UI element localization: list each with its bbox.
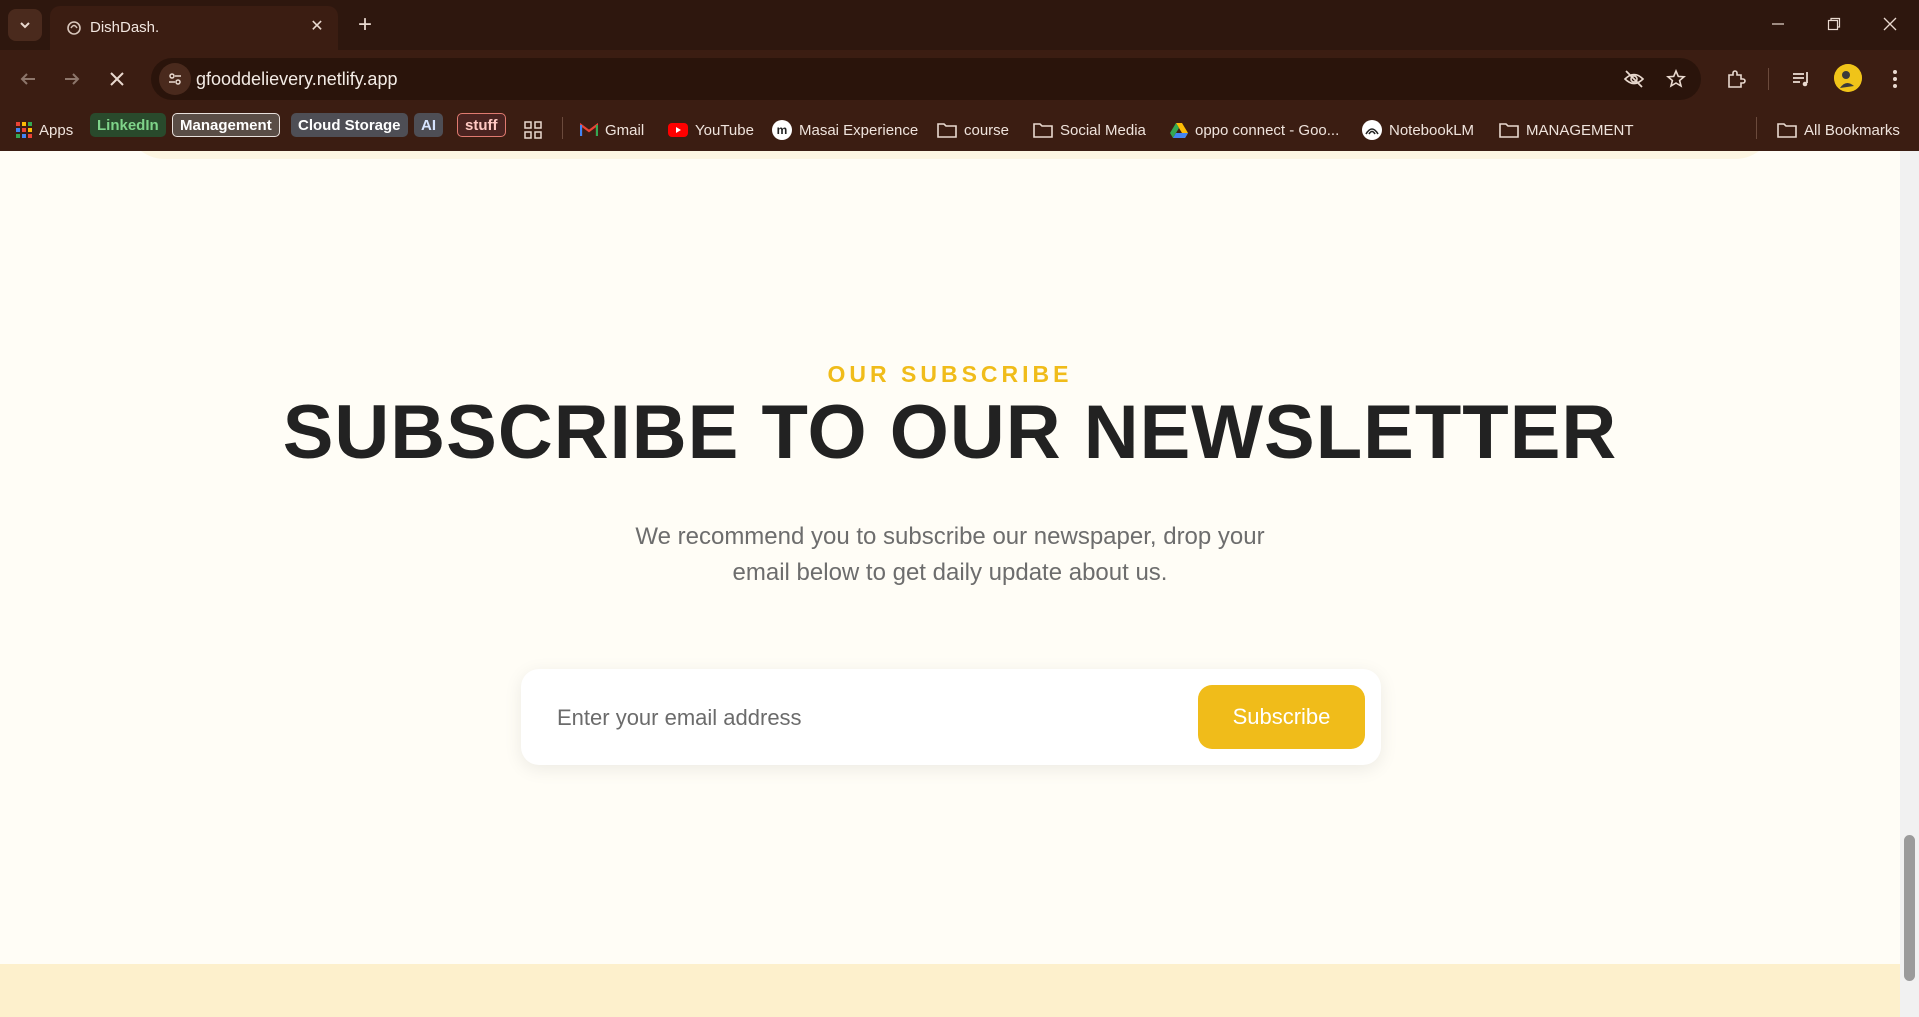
tab-close-icon[interactable]: ✕: [306, 15, 328, 37]
bookmark-group-stuff[interactable]: stuff: [457, 113, 506, 137]
profile-avatar[interactable]: [1834, 64, 1862, 92]
eye-off-icon: [1623, 70, 1645, 88]
new-tab-button[interactable]: +: [352, 11, 378, 38]
star-icon: [1666, 69, 1686, 88]
bookmark-group-linkedin[interactable]: LinkedIn: [90, 113, 166, 137]
page-scrollbar[interactable]: [1900, 151, 1919, 1017]
bookmark-star-button[interactable]: [1664, 67, 1688, 91]
url-text[interactable]: gfooddelievery.netlify.app: [196, 69, 397, 90]
tracking-protection-button[interactable]: [1622, 67, 1646, 91]
grid-icon: [524, 121, 542, 139]
site-favicon-icon: [67, 21, 81, 35]
folder-icon: [937, 122, 957, 138]
bookmark-group-cloud-storage[interactable]: Cloud Storage: [291, 113, 408, 137]
subscribe-form: Subscribe: [521, 669, 1381, 765]
tab-search-button[interactable]: [8, 9, 42, 41]
bookmark-gmail-label: Gmail: [605, 121, 645, 139]
puzzle-icon: [1728, 70, 1746, 88]
close-window-button[interactable]: [1870, 10, 1910, 38]
email-input[interactable]: [555, 697, 1179, 739]
forward-button[interactable]: [57, 64, 87, 94]
extensions-button[interactable]: [1721, 64, 1751, 94]
browser-toolbar: gfooddelievery.netlify.app: [0, 50, 1919, 108]
bookmark-course-label: course: [964, 121, 1010, 139]
bookmark-masai[interactable]: m Masai Experience: [772, 118, 918, 142]
bookmark-youtube-label: YouTube: [695, 121, 754, 139]
all-bookmarks-label: All Bookmarks: [1804, 121, 1900, 139]
queue-music-icon: [1793, 72, 1808, 87]
arrow-right-icon: [65, 73, 80, 85]
folder-icon: [1777, 122, 1797, 138]
stop-loading-button[interactable]: [102, 64, 132, 94]
stop-icon: [110, 72, 124, 86]
browser-menu-button[interactable]: [1880, 64, 1910, 94]
section-description: We recommend you to subscribe our newspa…: [635, 523, 1265, 586]
subscribe-button[interactable]: Subscribe: [1198, 685, 1365, 749]
bookmark-folder-social-media[interactable]: Social Media: [1033, 118, 1146, 142]
minimize-icon: [1772, 23, 1784, 25]
site-info-button[interactable]: [159, 63, 191, 95]
bookmark-divider: [1756, 117, 1757, 139]
footer-section-top: [0, 964, 1900, 1017]
more-vertical-icon: [1893, 70, 1897, 88]
previous-section-edge: [125, 151, 1775, 159]
browser-chrome: DishDash. ✕ + gfooddelievery.netlify.app: [0, 0, 1919, 151]
bookmark-oppo-label: oppo connect - Goo...: [1195, 121, 1340, 139]
bookmark-divider: [562, 117, 563, 139]
masai-logo-icon: m: [772, 120, 792, 140]
notebooklm-icon: [1362, 120, 1382, 140]
tune-icon: [169, 73, 181, 85]
bookmark-oppo-connect[interactable]: oppo connect - Goo...: [1170, 118, 1339, 142]
tab-groups-button[interactable]: [524, 118, 549, 142]
back-button[interactable]: [13, 64, 43, 94]
bookmark-gmail[interactable]: Gmail: [580, 118, 644, 142]
section-eyebrow: OUR SUBSCRIBE: [827, 361, 1073, 387]
chevron-down-icon: [20, 22, 30, 29]
bookmark-notebooklm[interactable]: NotebookLM: [1362, 118, 1474, 142]
bookmark-folder-management[interactable]: MANAGEMENT: [1499, 118, 1634, 142]
close-icon: [1883, 17, 1897, 31]
bookmark-notebooklm-label: NotebookLM: [1389, 121, 1475, 139]
avatar-icon: [1834, 64, 1862, 92]
bookmark-group-ai[interactable]: AI: [414, 113, 443, 137]
restore-button[interactable]: [1814, 10, 1854, 38]
bookmark-apps[interactable]: Apps: [16, 118, 73, 142]
bookmark-folder-course[interactable]: course: [937, 118, 1009, 142]
google-drive-icon: [1170, 122, 1188, 138]
bookmark-social-media-label: Social Media: [1060, 121, 1146, 139]
toolbar-divider: [1768, 68, 1769, 90]
folder-icon: [1499, 122, 1519, 138]
bookmark-group-management[interactable]: Management: [172, 113, 280, 137]
section-title: SUBSCRIBE TO OUR NEWSLETTER: [282, 390, 1618, 475]
page-viewport: OUR SUBSCRIBE SUBSCRIBE TO OUR NEWSLETTE…: [0, 151, 1900, 1017]
media-controls-button[interactable]: [1786, 64, 1816, 94]
all-bookmarks-button[interactable]: All Bookmarks: [1777, 118, 1900, 142]
tab-strip: DishDash. ✕ +: [0, 0, 1919, 50]
tab-title: DishDash.: [90, 19, 160, 36]
bookmark-management-folder-label: MANAGEMENT: [1526, 121, 1634, 139]
gmail-icon: [580, 123, 598, 137]
bookmark-masai-label: Masai Experience: [799, 121, 919, 139]
scrollbar-thumb[interactable]: [1904, 835, 1915, 981]
active-tab[interactable]: DishDash. ✕: [50, 6, 338, 50]
bookmark-apps-label: Apps: [39, 121, 74, 139]
minimize-button[interactable]: [1758, 10, 1798, 38]
svg-text:m: m: [777, 123, 788, 137]
youtube-icon: [668, 123, 688, 137]
bookmark-youtube[interactable]: YouTube: [668, 118, 754, 142]
address-bar[interactable]: gfooddelievery.netlify.app: [151, 58, 1701, 100]
arrow-left-icon: [20, 73, 35, 85]
restore-icon: [1827, 17, 1841, 31]
apps-grid-icon: [16, 122, 32, 138]
folder-icon: [1033, 122, 1053, 138]
